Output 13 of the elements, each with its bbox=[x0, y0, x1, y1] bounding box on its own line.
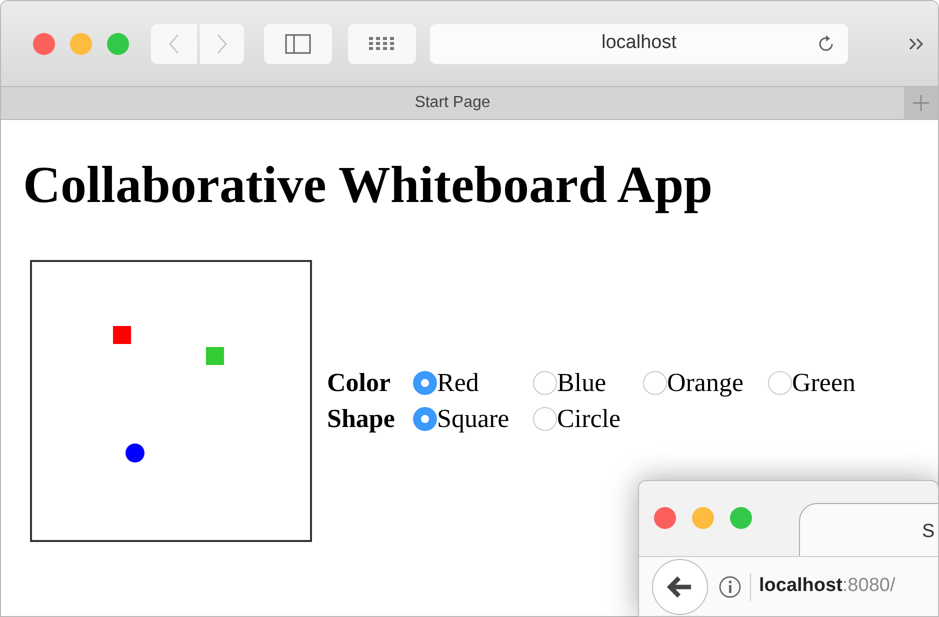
field-label: Shape bbox=[327, 406, 396, 432]
field-label: Color bbox=[327, 370, 392, 396]
option-label[interactable]: Red bbox=[437, 370, 479, 396]
option-label[interactable]: Green bbox=[792, 370, 856, 396]
url-text: localhost:8080/ bbox=[759, 574, 896, 598]
browser-tab[interactable]: S bbox=[799, 503, 938, 556]
address-bar[interactable]: localhost bbox=[430, 24, 848, 64]
option-label[interactable]: Circle bbox=[557, 406, 621, 432]
option-label[interactable]: Orange bbox=[667, 370, 744, 396]
option-label[interactable]: Square bbox=[437, 406, 510, 432]
url-text: localhost bbox=[602, 31, 676, 56]
option-label[interactable]: Blue bbox=[557, 370, 606, 396]
page-heading: Collaborative Whiteboard App bbox=[23, 160, 714, 212]
